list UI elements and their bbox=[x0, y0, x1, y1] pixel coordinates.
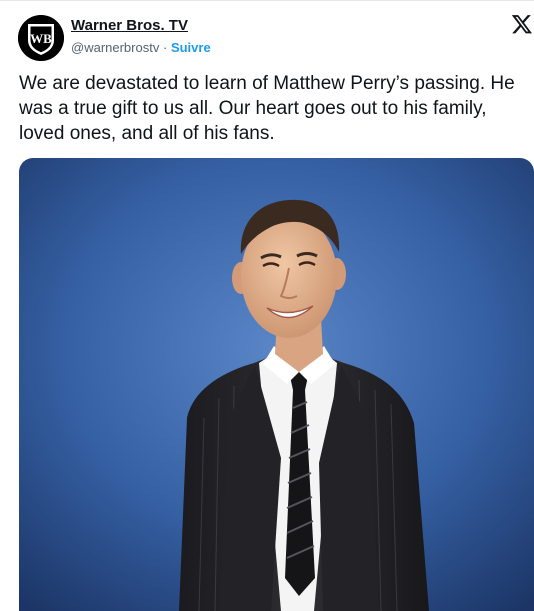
portrait-photo bbox=[19, 158, 534, 611]
handle-row: @warnerbrostv · Suivre bbox=[71, 40, 211, 55]
warner-bros-logo-icon: WB bbox=[18, 15, 64, 61]
separator-dot: · bbox=[162, 40, 168, 55]
account-name[interactable]: Warner Bros. TV bbox=[71, 17, 188, 34]
account-handle[interactable]: @warnerbrostv bbox=[71, 40, 159, 55]
x-logo-icon[interactable] bbox=[511, 13, 533, 35]
avatar-letters: WB bbox=[30, 31, 52, 46]
tweet-photo[interactable] bbox=[19, 158, 534, 611]
avatar[interactable]: WB bbox=[18, 15, 64, 61]
tweet-text: We are devastated to learn of Matthew Pe… bbox=[19, 73, 515, 144]
tweet-card: WB Warner Bros. TV @warnerbrostv · Suivr… bbox=[0, 0, 534, 611]
follow-button[interactable]: Suivre bbox=[171, 40, 211, 55]
